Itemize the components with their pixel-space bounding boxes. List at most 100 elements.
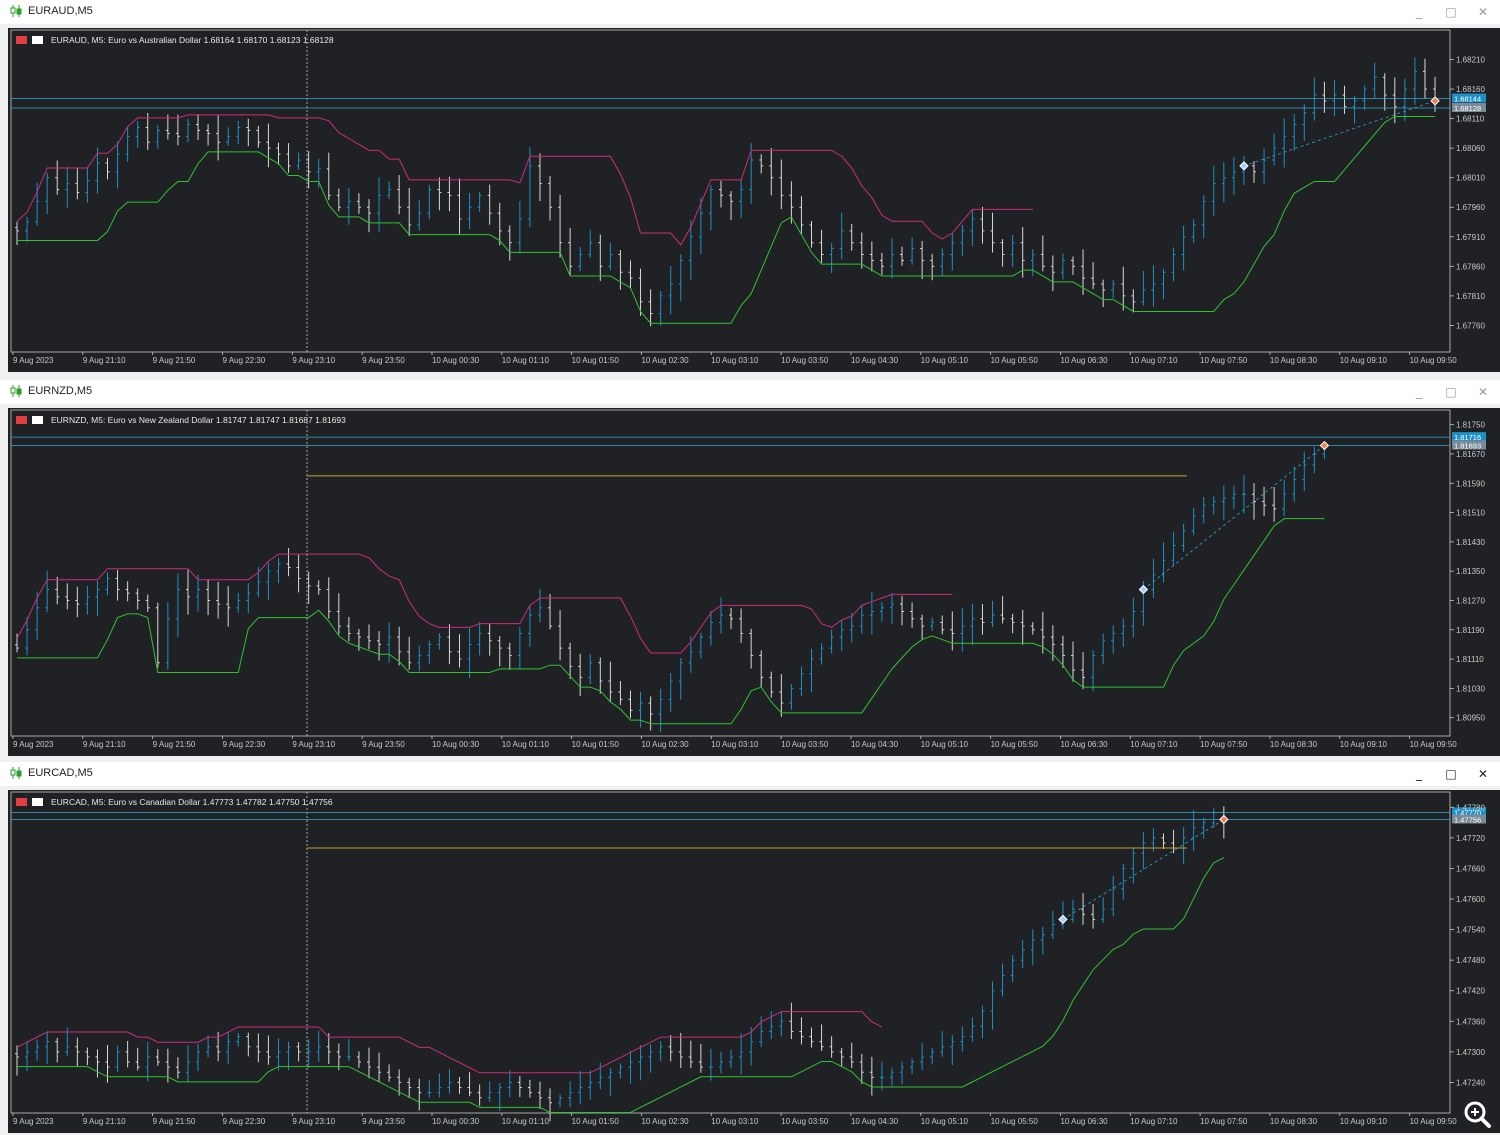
x-tick-label: 9 Aug 22:30 <box>222 356 265 365</box>
x-tick-label: 10 Aug 01:50 <box>572 356 620 365</box>
maximize-button[interactable]: □ <box>1436 2 1466 22</box>
x-tick-label: 10 Aug 01:10 <box>502 740 550 749</box>
x-tick-label: 10 Aug 06:30 <box>1060 1117 1108 1126</box>
y-tick-label: 1.81590 <box>1456 479 1485 488</box>
x-tick-label: 9 Aug 22:30 <box>222 1117 265 1126</box>
x-tick-label: 10 Aug 02:30 <box>641 1117 689 1126</box>
minimize-button[interactable]: _ <box>1404 382 1434 402</box>
x-tick-label: 10 Aug 01:10 <box>502 356 550 365</box>
x-tick-label: 9 Aug 23:10 <box>292 740 335 749</box>
x-tick-label: 9 Aug 21:50 <box>153 740 196 749</box>
x-tick-label: 9 Aug 21:10 <box>83 356 126 365</box>
y-tick-label: 1.67860 <box>1456 262 1485 271</box>
y-tick-label: 1.81270 <box>1456 596 1485 605</box>
price-chart[interactable]: EURCAD, M5: Euro vs Canadian Dollar 1.47… <box>8 790 1500 1133</box>
y-tick-label: 1.47660 <box>1456 864 1485 873</box>
x-tick-label: 9 Aug 2023 <box>13 740 54 749</box>
candlestick-chart-euraud[interactable]: EURAUD, M5: Euro vs Australian Dollar 1.… <box>8 28 1500 372</box>
close-button[interactable]: ✕ <box>1468 2 1498 22</box>
x-tick-label: 10 Aug 09:10 <box>1340 356 1388 365</box>
x-tick-label: 9 Aug 2023 <box>13 356 54 365</box>
x-tick-label: 10 Aug 08:30 <box>1270 1117 1318 1126</box>
candlestick-chart-eurcad[interactable]: EURCAD, M5: Euro vs Canadian Dollar 1.47… <box>8 790 1500 1133</box>
x-tick-label: 9 Aug 21:50 <box>153 1117 196 1126</box>
x-tick-label: 9 Aug 21:50 <box>153 356 196 365</box>
y-tick-label: 1.47480 <box>1456 956 1485 965</box>
chart-window-eurnzd: EURNZD,M5 _ □ ✕ EURNZD, M5: Euro vs New … <box>0 380 1500 760</box>
y-tick-label: 1.47420 <box>1456 987 1485 996</box>
y-tick-label: 1.81190 <box>1456 626 1485 635</box>
x-tick-label: 10 Aug 09:50 <box>1410 740 1458 749</box>
window-title: EURAUD,M5 <box>28 5 93 17</box>
x-tick-label: 9 Aug 23:50 <box>362 1117 405 1126</box>
x-tick-label: 10 Aug 00:30 <box>432 740 480 749</box>
trade-icon <box>32 36 43 44</box>
x-tick-label: 9 Aug 23:50 <box>362 740 405 749</box>
candles-icon <box>10 5 22 17</box>
x-tick-label: 10 Aug 07:50 <box>1200 1117 1248 1126</box>
plot-area <box>10 409 1451 737</box>
price-chart[interactable]: EURNZD, M5: Euro vs New Zealand Dollar 1… <box>8 408 1500 756</box>
price-label: 1.68128 <box>1454 104 1481 113</box>
magnifier-zoom-icon[interactable] <box>1462 1099 1492 1129</box>
trade-icon <box>32 798 43 806</box>
menu-flag-icon <box>16 36 27 44</box>
y-tick-label: 1.81430 <box>1456 538 1485 547</box>
x-tick-label: 10 Aug 05:10 <box>921 1117 969 1126</box>
y-tick-label: 1.81670 <box>1456 450 1485 459</box>
minimize-button[interactable]: _ <box>1404 2 1434 22</box>
x-tick-label: 9 Aug 21:10 <box>83 1117 126 1126</box>
y-tick-label: 1.67960 <box>1456 203 1485 212</box>
y-tick-label: 1.47780 <box>1456 803 1485 812</box>
symbol-header: EURAUD, M5: Euro vs Australian Dollar 1.… <box>51 35 334 45</box>
window-titlebar[interactable]: EURNZD,M5 _ □ ✕ <box>0 380 1500 404</box>
x-tick-label: 10 Aug 08:30 <box>1270 740 1318 749</box>
window-title: EURCAD,M5 <box>28 767 93 779</box>
x-tick-label: 10 Aug 05:50 <box>991 740 1039 749</box>
x-tick-label: 10 Aug 07:50 <box>1200 356 1248 365</box>
x-tick-label: 10 Aug 04:30 <box>851 1117 899 1126</box>
y-tick-label: 1.47240 <box>1456 1078 1485 1087</box>
maximize-button[interactable]: □ <box>1436 764 1466 784</box>
window-titlebar[interactable]: EURAUD,M5 _ □ ✕ <box>0 0 1500 24</box>
x-tick-label: 10 Aug 05:10 <box>921 356 969 365</box>
close-button[interactable]: ✕ <box>1468 382 1498 402</box>
candles-icon <box>10 767 22 779</box>
x-tick-label: 10 Aug 00:30 <box>432 1117 480 1126</box>
y-tick-label: 1.47600 <box>1456 895 1485 904</box>
y-tick-label: 1.81110 <box>1456 655 1484 664</box>
x-tick-label: 10 Aug 06:30 <box>1060 740 1108 749</box>
symbol-header: EURNZD, M5: Euro vs New Zealand Dollar 1… <box>51 415 346 425</box>
x-tick-label: 10 Aug 04:30 <box>851 740 899 749</box>
x-tick-label: 10 Aug 01:50 <box>572 740 620 749</box>
x-tick-label: 10 Aug 09:50 <box>1410 356 1458 365</box>
x-tick-label: 10 Aug 03:10 <box>711 740 759 749</box>
x-tick-label: 9 Aug 2023 <box>13 1117 54 1126</box>
plot-area <box>10 791 1451 1114</box>
y-tick-label: 1.68010 <box>1456 174 1485 183</box>
minimize-button[interactable]: _ <box>1404 764 1434 784</box>
close-button[interactable]: ✕ <box>1468 764 1498 784</box>
x-tick-label: 10 Aug 07:10 <box>1130 356 1178 365</box>
y-tick-label: 1.81350 <box>1456 567 1485 576</box>
candlestick-chart-eurnzd[interactable]: EURNZD, M5: Euro vs New Zealand Dollar 1… <box>8 408 1500 756</box>
y-tick-label: 1.68060 <box>1456 144 1485 153</box>
menu-flag-icon <box>16 798 27 806</box>
y-tick-label: 1.47540 <box>1456 926 1485 935</box>
x-tick-label: 10 Aug 09:10 <box>1340 740 1388 749</box>
y-tick-label: 1.81030 <box>1456 684 1485 693</box>
price-label: 1.68144 <box>1454 95 1481 104</box>
x-tick-label: 9 Aug 21:10 <box>83 740 126 749</box>
x-tick-label: 10 Aug 05:50 <box>991 1117 1039 1126</box>
x-tick-label: 10 Aug 04:30 <box>851 356 899 365</box>
price-chart[interactable]: EURAUD, M5: Euro vs Australian Dollar 1.… <box>8 28 1500 372</box>
window-titlebar[interactable]: EURCAD,M5 _ □ ✕ <box>0 762 1500 786</box>
window-title: EURNZD,M5 <box>28 385 93 397</box>
x-tick-label: 10 Aug 00:30 <box>432 356 480 365</box>
maximize-button[interactable]: □ <box>1436 382 1466 402</box>
menu-flag-icon <box>16 416 27 424</box>
x-tick-label: 10 Aug 06:30 <box>1060 356 1108 365</box>
price-label: 1.47756 <box>1454 816 1481 825</box>
x-tick-label: 9 Aug 23:10 <box>292 356 335 365</box>
x-tick-label: 10 Aug 03:50 <box>781 1117 829 1126</box>
